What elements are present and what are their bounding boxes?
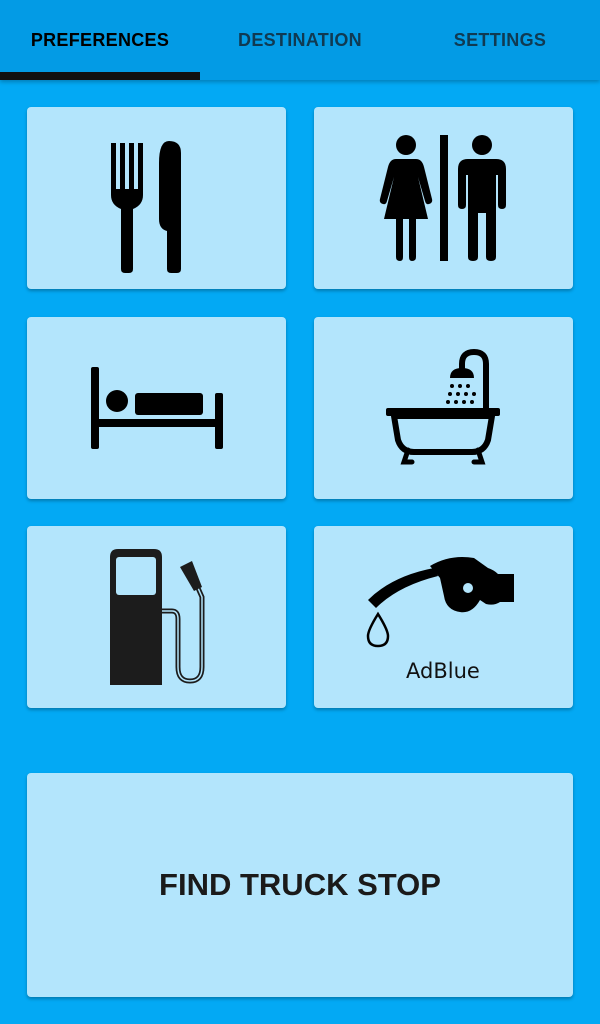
find-truck-stop-button[interactable]: FIND TRUCK STOP — [27, 773, 573, 997]
shower-bath-icon — [385, 348, 500, 465]
restaurant-tile[interactable] — [27, 107, 286, 289]
restaurant-icon — [110, 141, 181, 273]
fuel-pump-icon — [109, 549, 204, 685]
tab-settings[interactable]: SETTINGS — [400, 0, 600, 80]
fuel-tile[interactable] — [27, 526, 286, 708]
active-tab-indicator — [0, 72, 200, 80]
shower-tile[interactable] — [314, 317, 573, 499]
adblue-tile[interactable]: AdBlue — [314, 526, 573, 708]
accommodation-tile[interactable] — [27, 317, 286, 499]
restroom-icon — [379, 135, 506, 261]
adblue-caption: AdBlue — [406, 659, 480, 683]
restroom-tile[interactable] — [314, 107, 573, 289]
tab-bar: PREFERENCES DESTINATION SETTINGS — [0, 0, 600, 80]
tab-destination[interactable]: DESTINATION — [200, 0, 400, 80]
bed-icon — [90, 367, 223, 449]
app-root: PREFERENCES DESTINATION SETTINGS AdBlue … — [0, 0, 600, 1024]
tab-preferences[interactable]: PREFERENCES — [0, 0, 200, 80]
